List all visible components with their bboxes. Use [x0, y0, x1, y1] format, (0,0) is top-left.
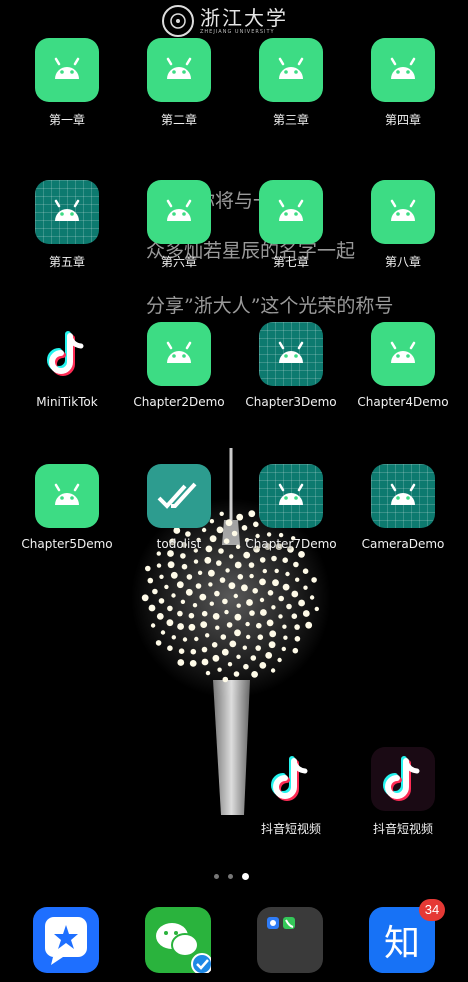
logo-text: 浙江大学: [200, 6, 288, 30]
folder-icon[interactable]: [257, 907, 323, 973]
app-label: 第六章: [160, 255, 197, 269]
android-icon: [35, 38, 99, 102]
app-label: 第三章: [272, 113, 309, 127]
android-icon: [259, 322, 323, 386]
page-dot-active[interactable]: [242, 873, 249, 880]
app-label: MiniTikTok: [36, 395, 98, 409]
tiktok-icon: [259, 747, 323, 811]
notification-badge: 34: [419, 899, 445, 921]
slogan-line-3: 分享”浙大人”这个光荣的称号: [146, 295, 394, 317]
android-icon: [35, 180, 99, 244]
android-icon: [371, 322, 435, 386]
app-label: 第四章: [384, 113, 421, 127]
tiktok-icon: [35, 322, 99, 386]
seal-icon: [162, 5, 194, 37]
university-logo: 浙江大学 ZHEJIANG UNIVERSITY: [162, 2, 308, 40]
wechat-icon[interactable]: [145, 907, 213, 975]
android-icon: [371, 464, 435, 528]
app-label: Chapter2Demo: [133, 395, 225, 409]
android-icon: [259, 180, 323, 244]
android-icon: [259, 464, 323, 528]
app-label: Chapter5Demo: [21, 537, 113, 551]
zhihu-icon[interactable]: 知 34: [369, 899, 445, 973]
app-icon[interactable]: 抖音短视频: [336, 747, 468, 857]
android-icon: [35, 464, 99, 528]
app-label: todolist: [156, 537, 202, 551]
app-icon[interactable]: CameraDemo: [336, 464, 468, 574]
app-label: 第五章: [48, 255, 85, 269]
checkmark-icon: [147, 464, 211, 528]
app-label: CameraDemo: [361, 537, 445, 551]
page-dot[interactable]: [214, 874, 219, 879]
app-label: 抖音短视频: [260, 822, 321, 836]
app-label: Chapter7Demo: [245, 537, 337, 551]
app-icon[interactable]: Chapter4Demo: [336, 322, 468, 432]
app-label: 抖音短视频: [372, 822, 433, 836]
dingtalk-icon[interactable]: [33, 907, 99, 973]
app-label: Chapter3Demo: [245, 395, 337, 409]
android-icon: [371, 180, 435, 244]
page-dot[interactable]: [228, 874, 233, 879]
app-label: 第七章: [272, 255, 309, 269]
page-indicator: [214, 873, 249, 880]
dock: 知 34: [0, 899, 468, 975]
tiktok-icon: [371, 747, 435, 811]
app-label: 第一章: [48, 113, 85, 127]
android-icon: [259, 38, 323, 102]
app-label: 第八章: [384, 255, 421, 269]
android-icon: [371, 38, 435, 102]
android-icon: [147, 322, 211, 386]
app-icon[interactable]: 第八章: [336, 180, 468, 290]
app-label: Chapter4Demo: [357, 395, 449, 409]
android-icon: [147, 38, 211, 102]
android-icon: [147, 180, 211, 244]
app-label: 第二章: [160, 113, 197, 127]
app-icon[interactable]: 第四章: [336, 38, 468, 148]
